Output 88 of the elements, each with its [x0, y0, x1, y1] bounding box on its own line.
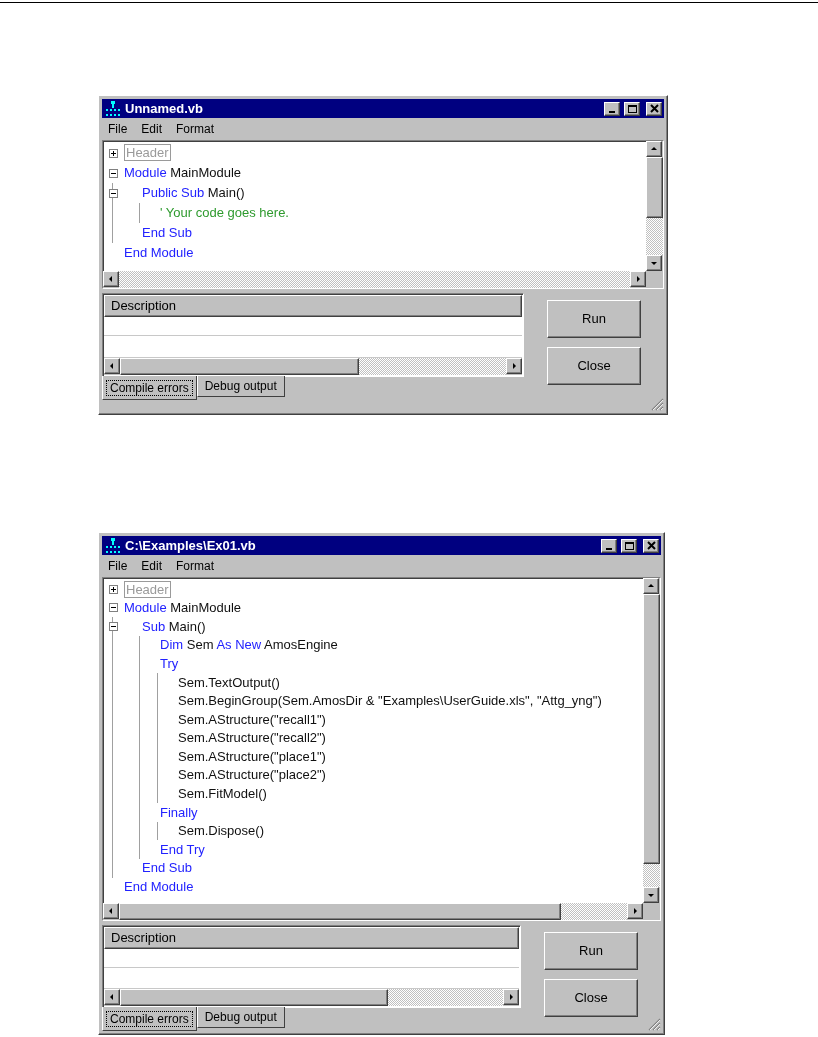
resize-grip-icon[interactable]: [650, 397, 664, 411]
code-line: End Try: [160, 840, 205, 859]
collapse-icon[interactable]: [108, 188, 118, 198]
maximize-button[interactable]: [624, 101, 640, 116]
code-line: Module MainModule: [124, 599, 242, 618]
app-icon: [105, 100, 121, 117]
scroll-arrow-button[interactable]: [104, 358, 120, 374]
code-line: Finally: [160, 803, 198, 822]
scrollbar-corner: [643, 903, 660, 920]
code-comment: ' Your code goes here.: [160, 204, 289, 223]
collapse-icon[interactable]: [108, 603, 118, 613]
scroll-arrow-button[interactable]: [506, 358, 522, 374]
expand-icon[interactable]: [108, 584, 118, 594]
code-line: End Sub: [142, 224, 192, 243]
scroll-arrow-button[interactable]: [643, 887, 659, 903]
scroll-arrow-button[interactable]: [104, 989, 120, 1005]
tab[interactable]: Compile errors: [102, 1007, 197, 1031]
maximize-icon: [626, 103, 638, 114]
scroll-thumb[interactable]: [646, 157, 663, 218]
code-line: Try: [160, 654, 179, 673]
menu-item[interactable]: File: [108, 120, 128, 138]
minimize-button[interactable]: [601, 538, 617, 553]
dialog-button[interactable]: Run: [547, 300, 641, 338]
menu-item[interactable]: Edit: [141, 120, 163, 138]
collapse-icon[interactable]: [108, 622, 118, 631]
code-editor[interactable]: [102, 577, 661, 921]
dialog-button[interactable]: Close: [547, 347, 641, 385]
app-icon: [105, 537, 121, 554]
code-line: Sem.AStructure("place2"): [178, 766, 326, 785]
window-title: C:\Examples\Ex01.vb: [125, 536, 257, 555]
scroll-arrow-button[interactable]: [646, 141, 662, 157]
window-title: Unnamed.vb: [125, 99, 204, 118]
dialog-button[interactable]: Close: [544, 979, 638, 1017]
code-line: Module MainModule: [124, 164, 242, 183]
horizontal-scrollbar[interactable]: [103, 903, 643, 920]
resize-grip-icon[interactable]: [647, 1017, 661, 1031]
code-line: Sem.BeginGroup(Sem.AmosDir & "Examples\UserGuide.xls", "Attg_yng"): [178, 692, 602, 711]
scroll-thumb[interactable]: [119, 903, 561, 920]
maximize-button[interactable]: [621, 538, 637, 553]
code-line: Sem.AStructure("recall2"): [178, 729, 326, 748]
tab[interactable]: Compile errors: [102, 376, 197, 400]
column-header[interactable]: Description: [104, 927, 519, 949]
scroll-thumb[interactable]: [120, 989, 389, 1006]
code-line: Sem.AStructure("recall1"): [178, 710, 326, 729]
menu-item[interactable]: Format: [176, 120, 215, 138]
scroll-thumb[interactable]: [643, 594, 660, 864]
code-line: Sub Main(): [142, 617, 206, 636]
scroll-arrow-button[interactable]: [643, 578, 659, 594]
code-line: Sem.Dispose(): [178, 822, 264, 841]
close-button[interactable]: [643, 538, 659, 553]
code-editor[interactable]: Header Module MainModule Public Sub Main() ' Your code goes here. End Sub End Module: [102, 140, 664, 289]
collapse-icon[interactable]: [108, 168, 118, 178]
code-line: Sem.FitModel(): [178, 785, 267, 804]
scroll-arrow-button[interactable]: [627, 903, 643, 919]
column-header[interactable]: Description: [104, 295, 522, 317]
minimize-icon: [609, 110, 615, 113]
vertical-scrollbar[interactable]: [646, 141, 663, 271]
code-line: Sem.AStructure("place1"): [178, 747, 326, 766]
code-line: Sem.TextOutput(): [178, 673, 280, 692]
scrollbar-corner: [646, 271, 663, 288]
minimize-button[interactable]: [604, 101, 620, 116]
vertical-scrollbar[interactable]: [643, 578, 660, 903]
horizontal-scrollbar[interactable]: [104, 989, 519, 1006]
maximize-icon: [623, 540, 635, 551]
horizontal-scrollbar[interactable]: [103, 271, 646, 288]
code-line: Dim Sem As New AmosEngine: [160, 636, 338, 655]
horizontal-scrollbar[interactable]: [104, 358, 522, 375]
scroll-arrow-button[interactable]: [103, 903, 119, 919]
code-line: End Sub: [142, 859, 192, 878]
code-line: End Module: [124, 244, 194, 263]
scroll-arrow-button[interactable]: [630, 271, 646, 287]
close-icon: [645, 540, 657, 551]
minimize-icon: [606, 547, 612, 550]
tab[interactable]: Debug output: [196, 376, 285, 397]
tab[interactable]: Debug output: [196, 1007, 285, 1028]
menu-item[interactable]: Edit: [141, 557, 163, 575]
scroll-arrow-button[interactable]: [503, 989, 519, 1005]
close-icon: [648, 103, 660, 114]
menu-item[interactable]: Format: [176, 557, 215, 575]
close-button[interactable]: [646, 101, 662, 116]
scroll-arrow-button[interactable]: [646, 255, 662, 271]
code-line: Public Sub Main(): [142, 184, 245, 203]
scroll-thumb[interactable]: [120, 358, 360, 375]
expand-icon[interactable]: [108, 148, 118, 158]
menu-item[interactable]: File: [108, 557, 128, 575]
scroll-arrow-button[interactable]: [103, 271, 119, 287]
dialog-button[interactable]: Run: [544, 932, 638, 970]
code-line: End Module: [124, 878, 194, 897]
